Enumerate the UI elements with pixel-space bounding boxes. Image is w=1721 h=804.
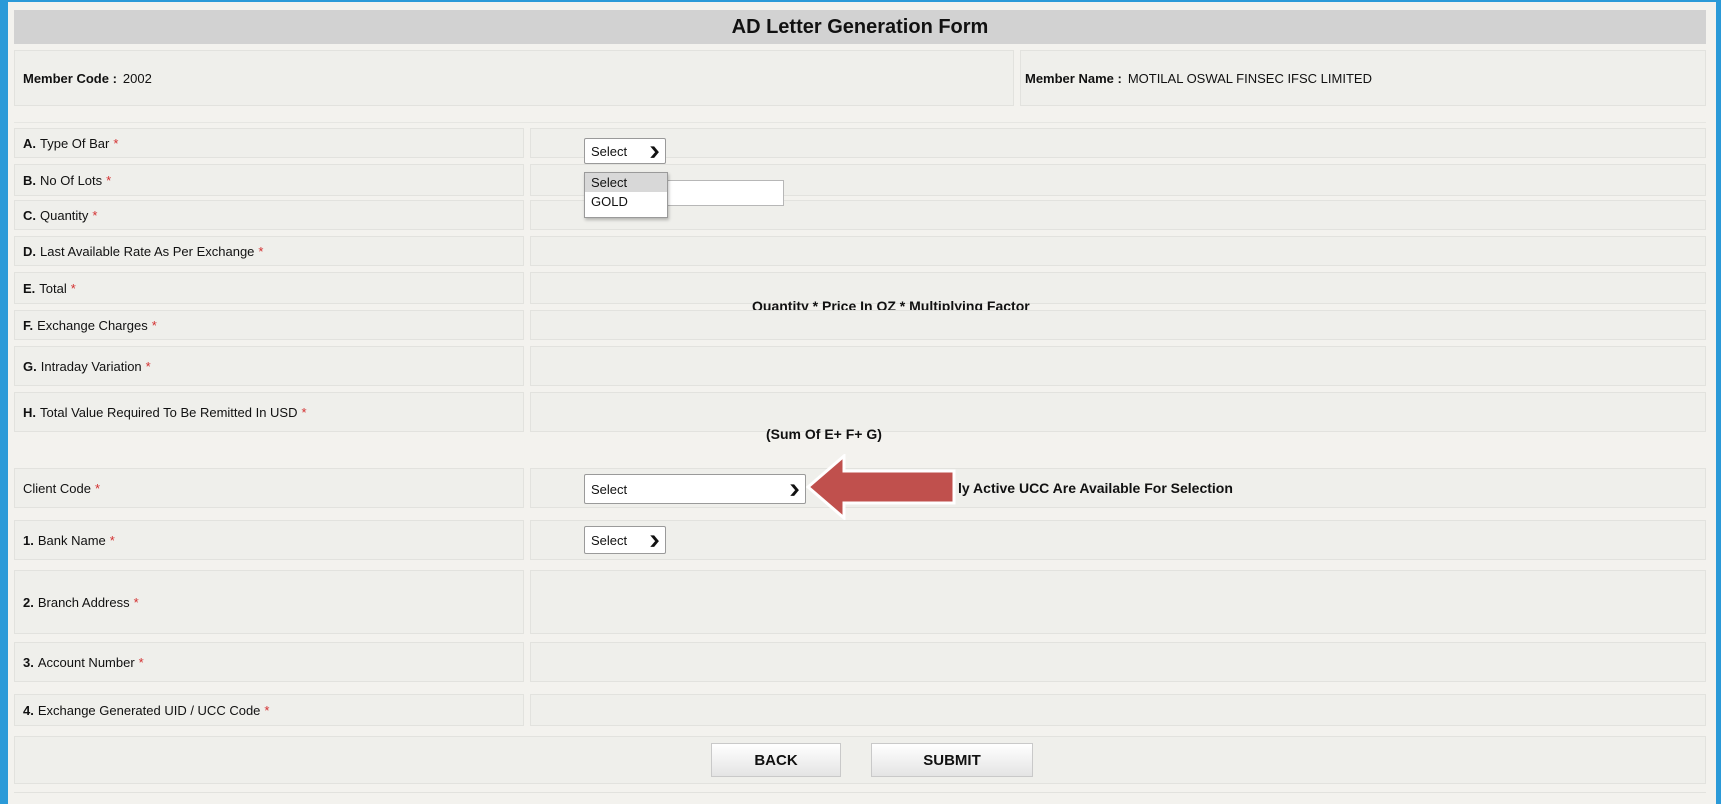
sum-formula: (Sum Of E+ F+ G) xyxy=(766,426,882,442)
row-branch-address-label: 2. Branch Address * xyxy=(14,570,524,634)
row-client-code-label: Client Code * xyxy=(14,468,524,508)
row-label: Branch Address xyxy=(37,594,130,610)
dropdown-option-gold[interactable]: GOLD xyxy=(585,192,667,211)
row-exchange-charges-value xyxy=(530,310,1706,340)
button-bar: BACK SUBMIT xyxy=(14,736,1706,784)
row-last-rate-label: D. Last Available Rate As Per Exchange * xyxy=(14,236,524,266)
row-prefix: 1. xyxy=(23,532,34,548)
row-prefix: C. xyxy=(23,207,36,223)
row-intraday-variation-label: G. Intraday Variation * xyxy=(14,346,524,386)
member-code-box: Member Code : 2002 xyxy=(14,50,1014,106)
row-prefix: A. xyxy=(23,135,36,151)
type-of-bar-select[interactable]: Select ❯ xyxy=(584,138,666,164)
required-marker: * xyxy=(133,594,139,610)
row-bank-name-value xyxy=(530,520,1706,560)
submit-button[interactable]: SUBMIT xyxy=(871,743,1033,777)
row-prefix: 4. xyxy=(23,702,34,718)
required-marker: * xyxy=(109,532,115,548)
row-prefix: H. xyxy=(23,404,36,420)
row-prefix: F. xyxy=(23,317,34,333)
bank-name-select[interactable]: Select ❯ xyxy=(584,526,666,554)
member-name-box: Member Name : MOTILAL OSWAL FINSEC IFSC … xyxy=(1020,50,1706,106)
row-total-value xyxy=(530,272,1706,304)
row-label: Bank Name xyxy=(37,532,106,548)
chevron-down-icon: ❯ xyxy=(648,145,661,158)
row-label: Account Number xyxy=(37,654,135,670)
required-marker: * xyxy=(106,172,112,188)
member-name-value: MOTILAL OSWAL FINSEC IFSC LIMITED xyxy=(1127,70,1372,86)
member-name-label: Member Name : xyxy=(1025,70,1122,86)
required-marker: * xyxy=(145,358,151,374)
row-prefix: D. xyxy=(23,243,36,259)
member-code-label: Member Code : xyxy=(23,70,117,86)
row-account-number-value xyxy=(530,642,1706,682)
row-label: Type Of Bar xyxy=(40,135,110,151)
back-button[interactable]: BACK xyxy=(711,743,841,777)
client-code-select[interactable]: Select ❯ xyxy=(584,474,806,504)
row-prefix: B. xyxy=(23,172,36,188)
row-prefix: E. xyxy=(23,280,36,296)
required-marker: * xyxy=(301,404,307,420)
row-type-of-bar-value xyxy=(530,128,1706,158)
chevron-down-icon: ❯ xyxy=(788,483,801,496)
required-marker: * xyxy=(94,480,100,496)
row-bank-name-label: 1. Bank Name * xyxy=(14,520,524,560)
red-arrow-annotation xyxy=(806,454,956,520)
row-prefix: 2. xyxy=(23,594,34,610)
row-last-rate-value xyxy=(530,236,1706,266)
required-marker: * xyxy=(151,317,157,333)
divider xyxy=(14,122,1706,123)
row-branch-address-value xyxy=(530,570,1706,634)
row-account-number-label: 3. Account Number * xyxy=(14,642,524,682)
select-value: Select xyxy=(591,143,628,159)
required-marker: * xyxy=(138,654,144,670)
client-code-note: ly Active UCC Are Available For Selectio… xyxy=(958,480,1233,496)
row-label: Client Code xyxy=(23,480,91,496)
member-code-value: 2002 xyxy=(122,70,152,86)
row-label: No Of Lots xyxy=(40,172,103,188)
required-marker: * xyxy=(264,702,270,718)
row-type-of-bar-label: A. Type Of Bar * xyxy=(14,128,524,158)
row-total-value-usd-label: H. Total Value Required To Be Remitted I… xyxy=(14,392,524,432)
row-label: Intraday Variation xyxy=(40,358,142,374)
chevron-down-icon: ❯ xyxy=(648,534,661,547)
required-marker: * xyxy=(113,135,119,151)
row-prefix: G. xyxy=(23,358,37,374)
row-label: Total Value Required To Be Remitted In U… xyxy=(40,404,298,420)
type-of-bar-dropdown-list: Select GOLD xyxy=(584,172,668,218)
row-uid-ucc-label: 4. Exchange Generated UID / UCC Code * xyxy=(14,694,524,726)
form-container: AD Letter Generation Form Member Code : … xyxy=(8,2,1716,804)
row-quantity-label: C. Quantity * xyxy=(14,200,524,230)
required-marker: * xyxy=(92,207,98,223)
row-total-value-usd-value xyxy=(530,392,1706,432)
row-label: Exchange Generated UID / UCC Code xyxy=(37,702,261,718)
row-label: Last Available Rate As Per Exchange xyxy=(40,243,255,259)
divider xyxy=(14,792,1706,793)
row-label: Total xyxy=(39,280,67,296)
row-label: Exchange Charges xyxy=(37,317,148,333)
required-marker: * xyxy=(70,280,76,296)
select-value: Select xyxy=(591,481,628,497)
row-label: Quantity xyxy=(40,207,89,223)
row-uid-ucc-value xyxy=(530,694,1706,726)
dropdown-option-select[interactable]: Select xyxy=(585,173,667,192)
row-prefix: 3. xyxy=(23,654,34,670)
form-title: AD Letter Generation Form xyxy=(14,10,1706,44)
required-marker: * xyxy=(258,243,264,259)
arrow-icon xyxy=(806,454,956,520)
row-exchange-charges-label: F. Exchange Charges * xyxy=(14,310,524,340)
row-intraday-variation-value xyxy=(530,346,1706,386)
select-value: Select xyxy=(591,532,628,548)
row-no-of-lots-label: B. No Of Lots * xyxy=(14,164,524,196)
row-total-label: E. Total * xyxy=(14,272,524,304)
